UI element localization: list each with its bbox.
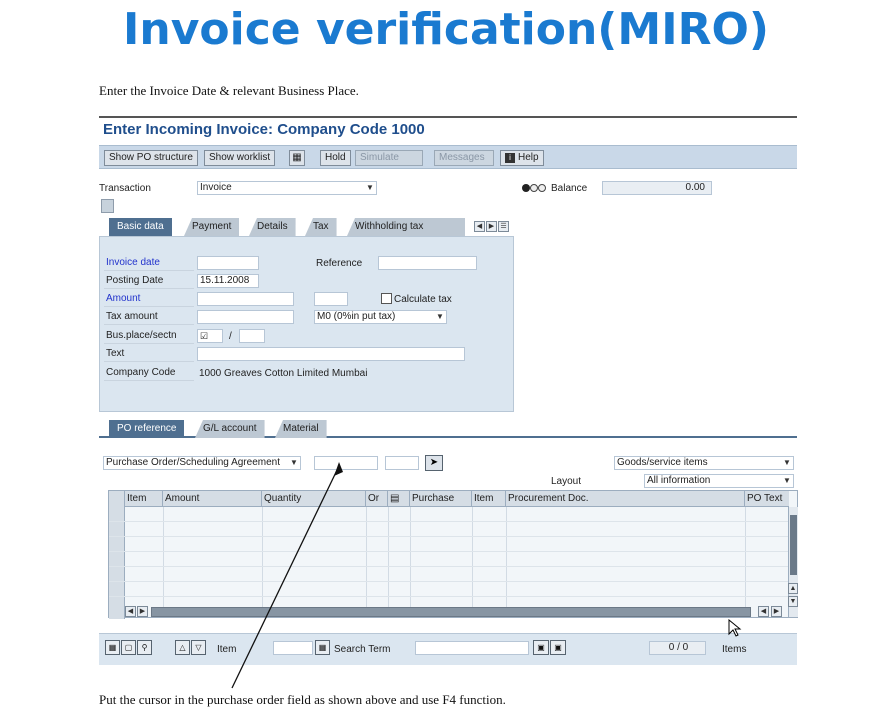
mouse-cursor-icon bbox=[728, 619, 742, 637]
annotation-arrow bbox=[231, 462, 343, 689]
instruction-bottom: Put the cursor in the purchase order fie… bbox=[99, 692, 506, 707]
